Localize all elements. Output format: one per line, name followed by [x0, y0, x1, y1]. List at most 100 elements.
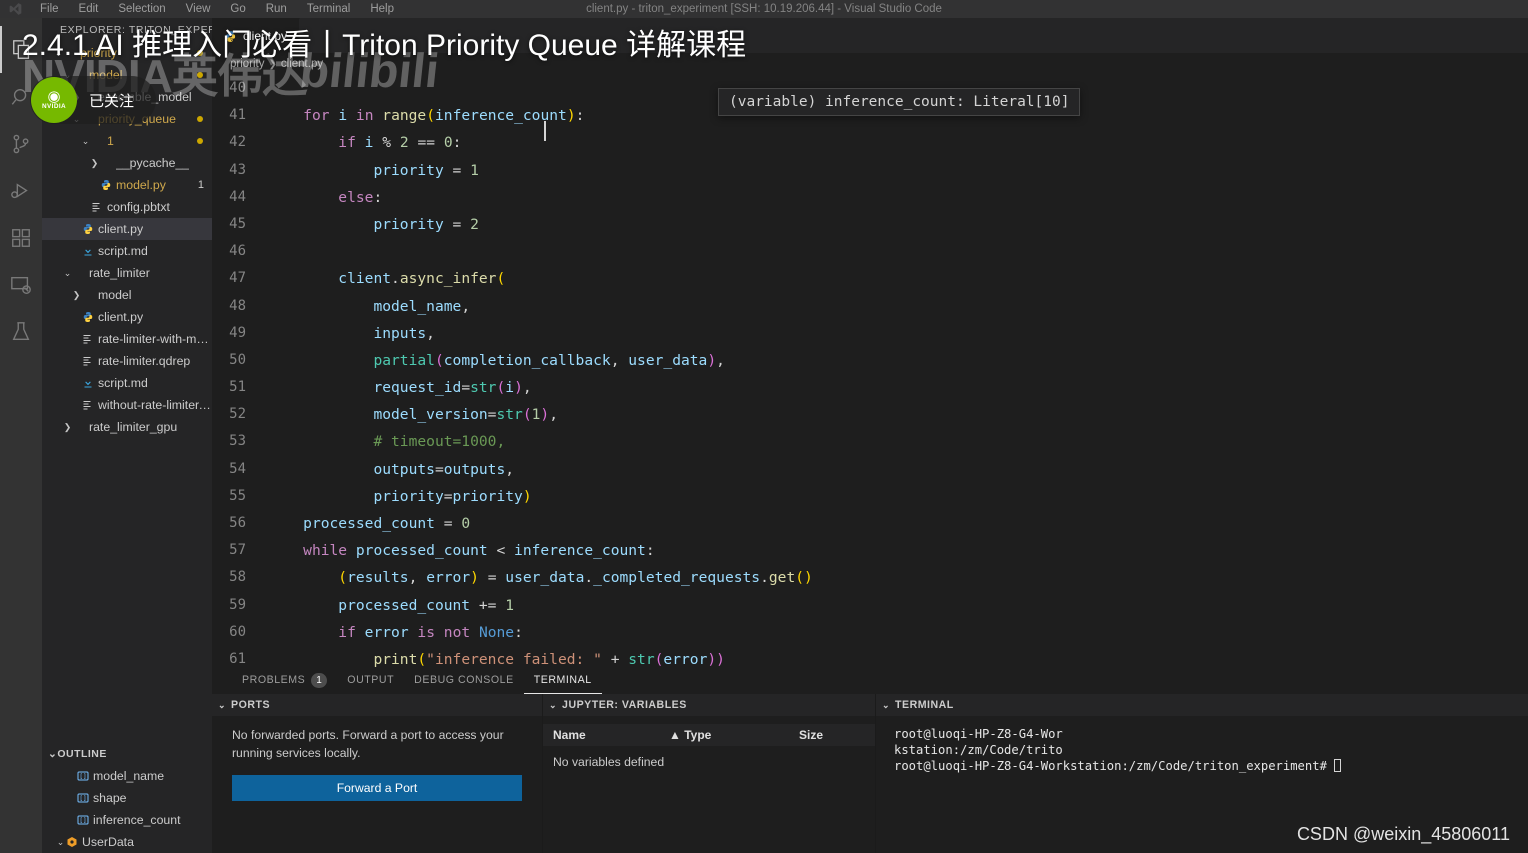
code-editor[interactable]: 40 41 for i in range(inference_count): 42 …: [212, 75, 1528, 667]
code-line[interactable]: 49 inputs,: [212, 320, 1528, 347]
tree-item-without-rate-limiter-[interactable]: without-rate-limiter....: [42, 394, 212, 416]
python-icon: [100, 179, 116, 191]
config-icon: [91, 201, 107, 213]
tree-item-rate-limiter-gpu[interactable]: ❯ rate_limiter_gpu: [42, 416, 212, 438]
tree-item-rate-limiter-with-mo-[interactable]: rate-limiter-with-mo...: [42, 328, 212, 350]
code-text: (results, error) = user_data._completed_…: [338, 569, 813, 587]
tree-item-model-py[interactable]: model.py 1: [42, 174, 212, 196]
code-text: while processed_count < inference_count:: [303, 542, 655, 560]
tree-item--pycache-[interactable]: ❯ __pycache__: [42, 152, 212, 174]
code-text: if i % 2 == 0:: [338, 134, 462, 152]
chevron-right-icon: ❯: [63, 421, 72, 432]
python-icon: [82, 311, 98, 323]
tree-item-rate-limiter-qdrep[interactable]: rate-limiter.qdrep: [42, 350, 212, 372]
tree-item-model[interactable]: ❯ model: [42, 284, 212, 306]
tree-item-config-pbtxt[interactable]: config.pbtxt: [42, 196, 212, 218]
outline-item-shape[interactable]: [] shape: [42, 787, 212, 809]
code-line[interactable]: 45 priority = 2: [212, 211, 1528, 238]
line-number: 55: [229, 487, 246, 504]
remote-explorer-icon[interactable]: [0, 261, 42, 308]
panel-tab-label: OUTPUT: [347, 674, 395, 686]
panel-tab-terminal[interactable]: TERMINAL: [524, 667, 602, 694]
svg-text:[]: []: [79, 774, 86, 781]
code-line[interactable]: 50 partial(completion_callback, user_dat…: [212, 347, 1528, 374]
testing-icon[interactable]: [0, 308, 42, 355]
follow-badge[interactable]: ◉ NVIDIA 已关注: [30, 76, 157, 124]
outline-item-inference-count[interactable]: [] inference_count: [42, 809, 212, 831]
ports-title: PORTS: [231, 699, 271, 711]
code-line[interactable]: 48 model_name,: [212, 293, 1528, 320]
line-number: 46: [229, 243, 246, 260]
extensions-icon[interactable]: [0, 214, 42, 261]
code-line[interactable]: 61 print("inference failed: " + str(erro…: [212, 646, 1528, 667]
chevron-right-icon: ❯: [90, 157, 99, 168]
column-header-type[interactable]: ▲ Type: [659, 728, 789, 742]
follow-label[interactable]: 已关注: [89, 90, 134, 111]
chevron-down-icon: ⌄: [56, 836, 65, 847]
outline-tree[interactable]: [] model_name [] shape [] inference_count ⌄ U…: [42, 765, 212, 853]
ports-header[interactable]: ⌄ PORTS: [212, 694, 542, 716]
code-text: request_id=str(i),: [373, 379, 532, 397]
video-title: 2.4.1 AI 推理入门必看丨Triton Priority Queue 详解…: [22, 29, 747, 62]
code-line[interactable]: 54 outputs=outputs,: [212, 456, 1528, 483]
code-line[interactable]: 43 priority = 1: [212, 157, 1528, 184]
code-line[interactable]: 59 processed_count += 1: [212, 592, 1528, 619]
code-line[interactable]: 57 while processed_count < inference_cou…: [212, 537, 1528, 564]
nvidia-avatar-icon[interactable]: ◉ NVIDIA: [31, 77, 77, 123]
tree-item-label: script.md: [98, 244, 148, 258]
line-number: 41: [229, 107, 246, 124]
tree-item-script-md[interactable]: script.md: [42, 372, 212, 394]
panel-tab-problems[interactable]: PROBLEMS 1: [232, 667, 337, 694]
terminal-output[interactable]: root@luoqi-HP-Z8-G4-Wor kstation:/zm/Cod…: [876, 716, 1528, 774]
code-line[interactable]: 56 processed_count = 0: [212, 510, 1528, 537]
variable-icon: []: [77, 792, 93, 804]
variables-table-header: Name ▲ Type Size: [543, 724, 875, 746]
terminal-header[interactable]: ⌄ TERMINAL: [876, 694, 1528, 716]
python-icon: [82, 223, 98, 235]
terminal-title: TERMINAL: [895, 699, 954, 711]
code-line[interactable]: 53 # timeout=1000,: [212, 428, 1528, 455]
source-control-icon[interactable]: [0, 120, 42, 167]
tree-item-label: rate-limiter-with-mo...: [98, 332, 212, 346]
ports-pane: ⌄ PORTS No forwarded ports. Forward a po…: [212, 694, 543, 853]
variable-icon: []: [77, 770, 93, 782]
panel-tab-label: DEBUG CONSOLE: [414, 674, 514, 686]
code-line[interactable]: 52 model_version=str(1),: [212, 401, 1528, 428]
class-icon: [66, 836, 82, 848]
terminal-prompt-line: root@luoqi-HP-Z8-G4-Workstation:/zm/Code…: [894, 758, 1528, 774]
code-text: priority=priority): [373, 487, 532, 505]
code-line[interactable]: 47 client.async_infer(: [212, 265, 1528, 292]
run-debug-icon[interactable]: [0, 167, 42, 214]
tree-item-1[interactable]: ⌄ 1: [42, 130, 212, 152]
code-line[interactable]: 55 priority=priority): [212, 483, 1528, 510]
chevron-down-icon: ⌄: [218, 699, 227, 710]
code-text: client.async_infer(: [338, 270, 506, 288]
tree-item-script-md[interactable]: script.md: [42, 240, 212, 262]
panel-tab-bar[interactable]: PROBLEMS 1 OUTPUT DEBUG CONSOLE TERMINAL: [212, 667, 1528, 694]
variable-icon: []: [77, 814, 93, 826]
explorer-sidebar: EXPLORER: TRITON_EXPERIMENT (SSH: 1... ⌄…: [42, 18, 212, 853]
panel-tab-output[interactable]: OUTPUT: [337, 667, 404, 694]
forward-a-port-button[interactable]: Forward a Port: [232, 774, 522, 801]
outline-item-userdata[interactable]: ⌄ UserData: [42, 831, 212, 853]
code-line[interactable]: 51 request_id=str(i),: [212, 374, 1528, 401]
panel-tab-debug-console[interactable]: DEBUG CONSOLE: [404, 667, 524, 694]
outline-item-model-name[interactable]: [] model_name: [42, 765, 212, 787]
tree-item-rate-limiter[interactable]: ⌄ rate_limiter: [42, 262, 212, 284]
tree-item-label: model.py: [116, 178, 166, 192]
outline-header[interactable]: ⌄ OUTLINE: [42, 743, 212, 765]
code-line[interactable]: 44 else:: [212, 184, 1528, 211]
column-header-size[interactable]: Size: [789, 728, 833, 742]
code-line[interactable]: 60 if error is not None:: [212, 619, 1528, 646]
code-line[interactable]: 42 if i % 2 == 0:: [212, 129, 1528, 156]
column-header-name[interactable]: Name: [543, 728, 659, 742]
variables-header[interactable]: ⌄ JUPYTER: VARIABLES: [543, 694, 875, 716]
code-line[interactable]: 46: [212, 238, 1528, 265]
tree-item-client-py[interactable]: client.py: [42, 218, 212, 240]
tree-item-client-py[interactable]: client.py: [42, 306, 212, 328]
outline-title: OUTLINE: [57, 748, 107, 760]
code-line[interactable]: 58 (results, error) = user_data._complet…: [212, 564, 1528, 591]
config-icon: [82, 355, 98, 367]
